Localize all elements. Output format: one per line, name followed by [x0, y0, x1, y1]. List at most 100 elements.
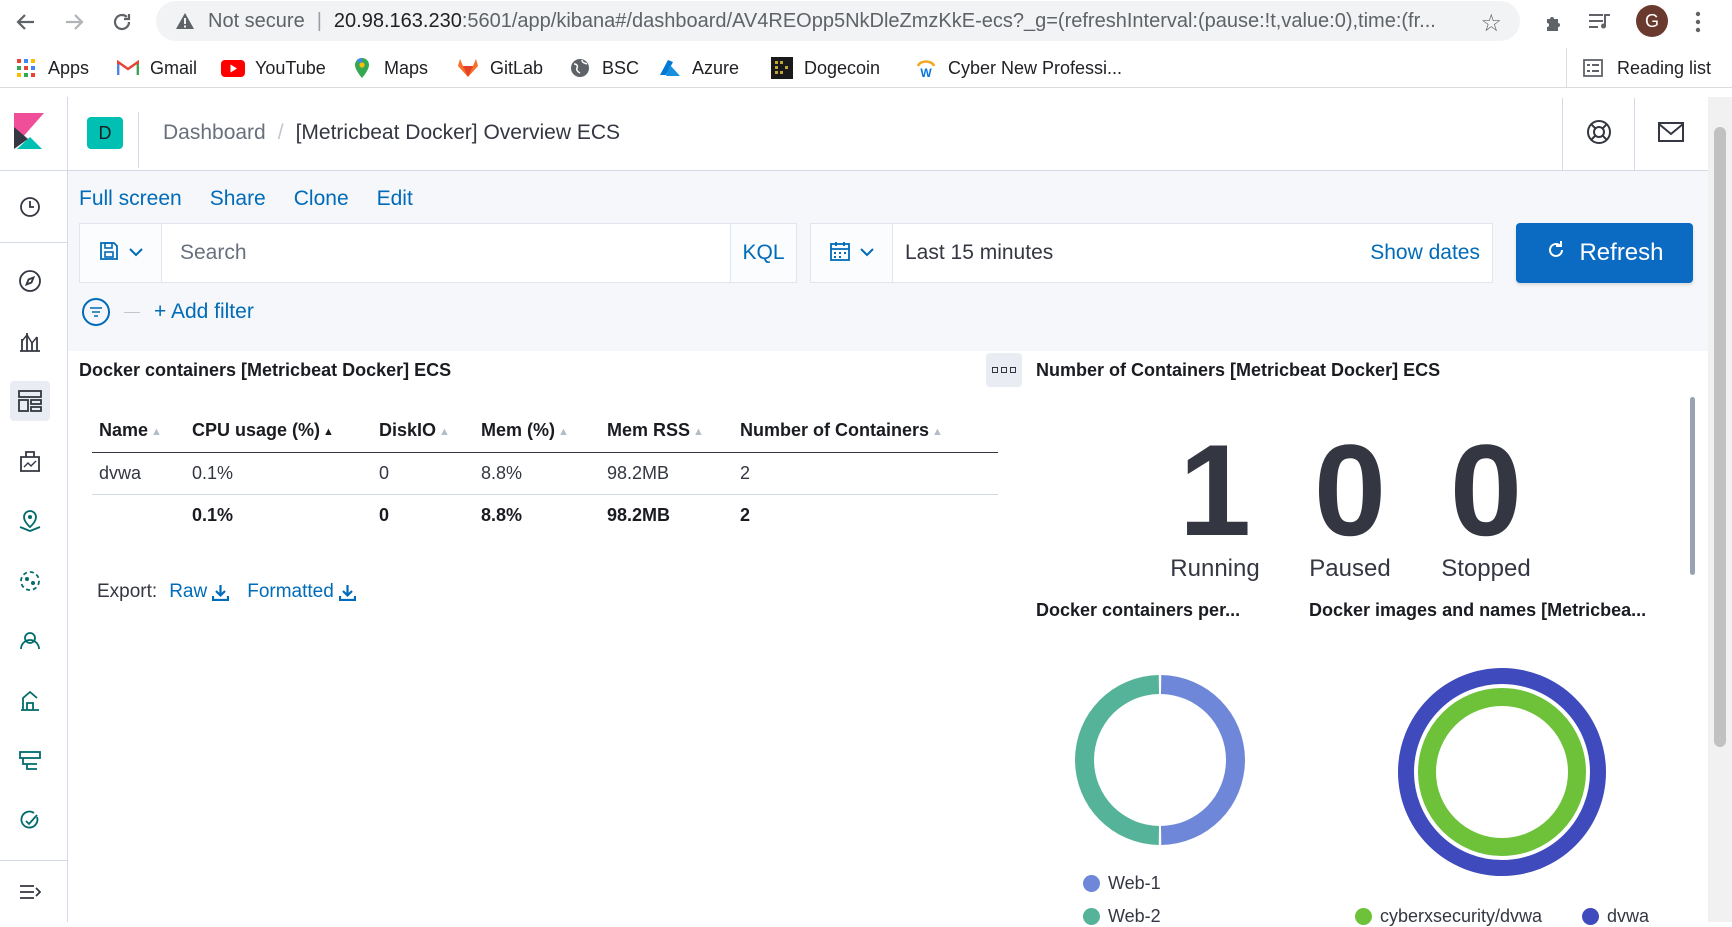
- edit-link[interactable]: Edit: [377, 187, 413, 211]
- address-bar[interactable]: Not secure | 20.98.163.230:5601/app/kiba…: [156, 1, 1520, 41]
- panel-scrollbar[interactable]: [1690, 397, 1695, 575]
- workday-icon: W: [914, 56, 938, 80]
- newsfeed-button[interactable]: [1634, 98, 1706, 170]
- svg-text:W: W: [920, 66, 932, 78]
- bookmark-apps[interactable]: Apps: [14, 56, 89, 80]
- azure-icon: [658, 56, 682, 80]
- add-filter-button[interactable]: + Add filter: [154, 300, 254, 324]
- breadcrumb: Dashboard / [Metricbeat Docker] Overview…: [163, 121, 620, 145]
- download-icon: [212, 584, 230, 601]
- time-range-text[interactable]: Last 15 minutes: [893, 224, 1359, 282]
- cell-containers: 2: [733, 452, 998, 495]
- col-memrss-header[interactable]: Mem RSS ▲: [600, 410, 733, 453]
- export-formatted-link[interactable]: Formatted: [247, 581, 356, 603]
- bookmark-gmail[interactable]: Gmail: [116, 56, 197, 80]
- ring-cyberxsecurity-dvwa[interactable]: [1418, 688, 1586, 856]
- refresh-button[interactable]: Refresh: [1516, 223, 1693, 283]
- dashboard-top-nav: Full screen Share Clone Edit: [79, 187, 413, 211]
- export-raw-link[interactable]: Raw: [169, 581, 230, 603]
- cell-memrss: 98.2MB: [600, 452, 733, 495]
- sort-ascending-icon: ▲: [323, 425, 334, 438]
- total-containers: 2: [740, 504, 751, 525]
- col-containers-header[interactable]: Number of Containers ▲: [733, 410, 998, 453]
- canvas-icon[interactable]: [10, 441, 50, 481]
- bookmark-gitlab[interactable]: GitLab: [456, 56, 543, 80]
- breadcrumb-separator: /: [277, 121, 284, 144]
- calendar-icon: [829, 241, 850, 266]
- logs-icon[interactable]: [10, 681, 50, 721]
- col-diskio-header[interactable]: DiskIO ▲: [372, 410, 474, 453]
- donut-slice-web-2[interactable]: [1074, 675, 1160, 845]
- discover-compass-icon[interactable]: [10, 261, 50, 301]
- ml-icon[interactable]: [10, 561, 50, 601]
- breadcrumb-dashboard[interactable]: Dashboard: [163, 121, 266, 145]
- full-screen-link[interactable]: Full screen: [79, 187, 182, 211]
- kibana-logo-icon[interactable]: [14, 113, 46, 153]
- gmail-icon: [116, 56, 140, 80]
- legend-item-web-1[interactable]: Web-1: [1083, 873, 1161, 894]
- extensions-icon[interactable]: [1540, 8, 1568, 36]
- bookmark-star-icon[interactable]: ☆: [1480, 9, 1502, 38]
- scrollbar-thumb[interactable]: [1714, 127, 1726, 747]
- bookmark-youtube[interactable]: YouTube: [221, 56, 326, 80]
- show-dates-button[interactable]: Show dates: [1358, 224, 1492, 282]
- kql-toggle[interactable]: KQL: [730, 224, 796, 282]
- infrastructure-icon[interactable]: [10, 621, 50, 661]
- legend-dot: [1083, 908, 1100, 925]
- maps-app-icon[interactable]: [10, 501, 50, 541]
- uptime-icon[interactable]: [10, 801, 50, 841]
- back-icon[interactable]: [12, 8, 40, 36]
- table-total-row: 0.1% 0 8.8% 98.2MB 2: [92, 494, 998, 536]
- share-link[interactable]: Share: [210, 187, 266, 211]
- collapse-nav-icon[interactable]: [10, 872, 50, 912]
- metric-paused: 0 Paused: [1290, 425, 1410, 583]
- panel-title: Docker containers [Metricbeat Docker] EC…: [79, 360, 452, 380]
- kibana-nav-sidebar: [0, 171, 68, 922]
- sort-icon: ▲: [439, 425, 450, 438]
- panel-options-button[interactable]: [986, 353, 1022, 387]
- clone-link[interactable]: Clone: [294, 187, 349, 211]
- metric-label: Paused: [1309, 555, 1391, 582]
- bookmark-cyber-new-professional[interactable]: W Cyber New Professi...: [914, 56, 1122, 80]
- legend-dot: [1582, 908, 1599, 925]
- maps-icon: [350, 56, 374, 80]
- visualize-chart-icon[interactable]: [10, 321, 50, 361]
- apm-icon[interactable]: [10, 741, 50, 781]
- dashboard-icon[interactable]: [10, 381, 50, 421]
- metric-value: 0: [1313, 417, 1387, 563]
- legend-item-cyberxsecurity-dvwa[interactable]: cyberxsecurity/dvwa: [1355, 906, 1542, 927]
- bookmark-dogecoin[interactable]: Dogecoin: [770, 56, 880, 80]
- col-mem-header[interactable]: Mem (%) ▲: [474, 410, 600, 453]
- filter-options-icon[interactable]: [82, 298, 110, 326]
- cell-mem: 8.8%: [474, 452, 600, 495]
- bookmark-azure[interactable]: Azure: [658, 56, 739, 80]
- search-input[interactable]: [162, 224, 730, 282]
- help-menu-button[interactable]: [1562, 98, 1634, 170]
- reading-list[interactable]: Reading list: [1566, 48, 1711, 88]
- legend-item-web-2[interactable]: Web-2: [1083, 906, 1161, 927]
- space-avatar[interactable]: D: [87, 117, 123, 149]
- legend-item-dvwa[interactable]: dvwa: [1582, 906, 1649, 927]
- refresh-icon: [1545, 239, 1567, 268]
- col-cpu-header[interactable]: CPU usage (%) ▲: [185, 410, 372, 453]
- page-scrollbar[interactable]: [1708, 97, 1732, 922]
- table-row: dvwa 0.1% 0 8.8% 98.2MB 2: [92, 452, 998, 495]
- saved-query-button[interactable]: [80, 224, 162, 282]
- sort-icon: ▲: [558, 425, 569, 438]
- logo-divider: [67, 97, 68, 171]
- save-disk-icon: [99, 241, 119, 266]
- browser-menu-icon[interactable]: [1684, 8, 1712, 36]
- forward-icon[interactable]: [60, 8, 88, 36]
- bookmark-maps[interactable]: Maps: [350, 56, 428, 80]
- recently-viewed-clock-icon[interactable]: [10, 187, 50, 227]
- col-name-header[interactable]: Name ▲: [92, 410, 185, 453]
- containers-table: Name ▲ CPU usage (%) ▲ DiskIO ▲ Mem (%) ▲ Me…: [92, 410, 998, 536]
- warning-icon: [174, 10, 196, 32]
- total-memrss: 98.2MB: [607, 504, 671, 525]
- media-queue-icon[interactable]: [1586, 8, 1614, 36]
- donut-slice-web-1[interactable]: [1160, 675, 1246, 845]
- profile-avatar[interactable]: G: [1636, 5, 1668, 37]
- reload-icon[interactable]: [108, 8, 136, 36]
- bookmark-bsc[interactable]: BSC: [568, 56, 639, 80]
- quick-menu-button[interactable]: [811, 224, 893, 282]
